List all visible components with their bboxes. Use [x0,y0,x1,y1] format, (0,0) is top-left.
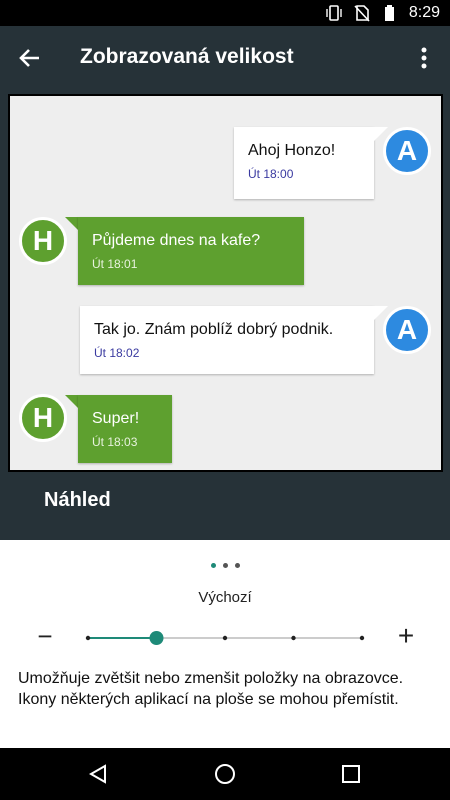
message-time: Út 18:00 [248,167,294,181]
message-time: Út 18:03 [92,435,138,449]
slider-tick [222,635,228,641]
navigation-bar [0,748,450,800]
message-text: Ahoj Honzo! [248,142,336,159]
slider-thumb [149,631,164,645]
back-arrow-icon [19,49,39,67]
size-slider[interactable] [85,630,365,646]
avatar: H [19,394,67,442]
bubble-tail [65,395,79,409]
avatar: A [383,306,431,354]
overflow-menu-button[interactable] [410,42,438,74]
avatar: A [383,127,431,175]
nav-home-button[interactable] [211,760,239,788]
size-slider-track [85,631,365,645]
message-text: Tak jo. Znám poblíž dobrý podnik. [94,321,334,338]
avatar-letter: A [396,135,418,166]
battery-icon [384,5,394,21]
message-bubble: Super! Út 18:03 [78,395,172,463]
size-label: Výchozí [198,589,252,606]
bubble-tail [65,217,79,231]
message-text: Půjdeme dnes na kafe? [92,232,261,249]
avatar: H [19,217,67,265]
avatar-letter: H [32,225,54,256]
preview-label: Náhled [44,489,111,511]
slider-tick [291,635,296,641]
status-icons: 8:29 [325,3,440,23]
page-dot [234,563,240,568]
nav-recents-button[interactable] [337,760,365,788]
controls-panel: Výchozí − + Umožňuje zvětšit nebo zmenši… [0,540,450,748]
message-bubble: Tak jo. Znám poblíž dobrý podnik. Út 18:… [80,306,374,374]
avatar-letter: A [396,314,418,345]
status-bar: 8:29 [0,0,450,26]
status-time: 8:29 [408,4,440,21]
slider-tick [85,635,91,641]
app-bar: Zobrazovaná velikost [0,26,450,88]
message-time: Út 18:02 [94,346,140,360]
home-circle-icon [215,764,235,784]
message-time: Út 18:01 [92,257,138,271]
slider-tick [359,635,365,641]
display-size-screen: 8:29 Zobrazovaná velikost Ahoj Honzo! Út… [0,0,450,800]
increase-size-button[interactable]: + [394,622,418,650]
preview-frame: Ahoj Honzo! Út 18:00 A H Půjdeme dnes na… [8,94,443,472]
no-sim-icon [354,5,370,22]
page-dot [210,563,216,568]
page-dot [222,563,228,568]
avatar-letter: H [32,402,54,433]
message-bubble: Půjdeme dnes na kafe? Út 18:01 [78,217,304,285]
message-text: Super! [92,410,140,427]
message-bubble: Ahoj Honzo! Út 18:00 [234,127,374,199]
nav-back-button[interactable] [84,760,112,788]
description-text: Umožňuje zvětšit nebo zmenšit položky na… [18,670,404,708]
decrease-size-button[interactable]: − [34,623,56,649]
back-button[interactable] [14,42,46,74]
overflow-menu-icon [421,47,427,69]
page-title: Zobrazovaná velikost [80,45,294,68]
recents-square-icon [342,765,360,783]
page-indicator [0,563,450,568]
back-triangle-icon [88,764,106,784]
vibrate-icon [326,5,342,21]
